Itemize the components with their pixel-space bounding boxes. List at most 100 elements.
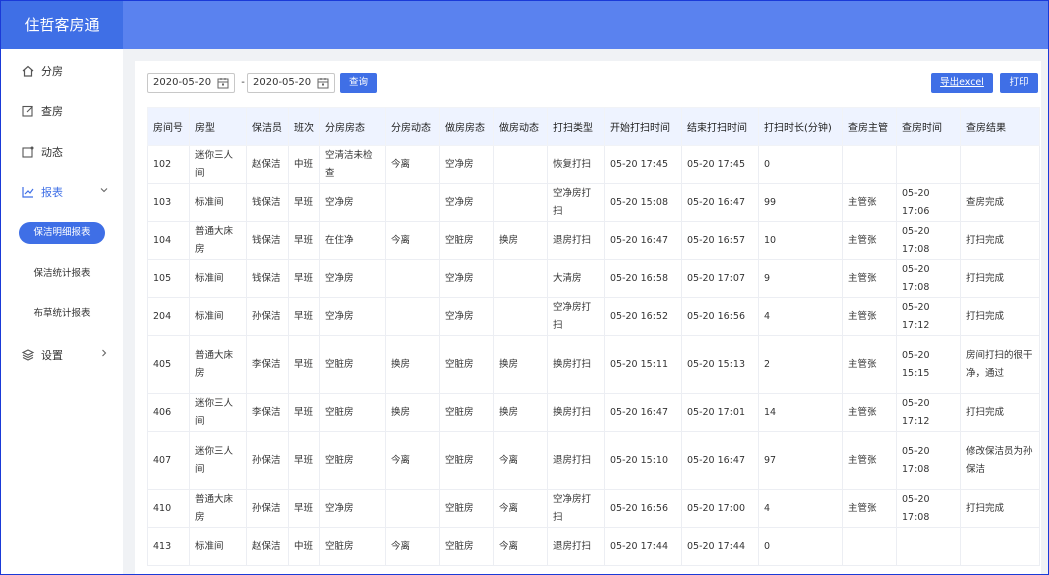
column-header: 房型 — [189, 107, 247, 146]
table-cell: 修改保洁员为孙保洁 — [960, 431, 1040, 490]
table-cell: 钱保洁 — [246, 183, 289, 222]
table-cell — [493, 145, 548, 184]
table-cell: 空净房 — [439, 183, 494, 222]
table-cell — [842, 527, 897, 566]
table-cell: 410 — [147, 489, 190, 528]
activity-icon — [21, 145, 35, 159]
table-cell: 4 — [758, 297, 843, 336]
table-cell: 05-20 17:45 — [681, 145, 759, 184]
subitem-cleaning-stats-report[interactable]: 保洁统计报表 — [1, 261, 123, 287]
chevron-right-icon — [102, 349, 107, 357]
calendar-icon[interactable] — [217, 77, 229, 89]
table-cell: 孙保洁 — [246, 297, 289, 336]
table-cell: 空净房 — [319, 259, 386, 298]
table-cell: 中班 — [288, 527, 320, 566]
subitem-linen-stats-report[interactable]: 布草统计报表 — [1, 301, 123, 327]
table-cell: 打扫完成 — [960, 393, 1040, 432]
table-cell: 9 — [758, 259, 843, 298]
table-cell: 早班 — [288, 297, 320, 336]
table-cell: 打扫完成 — [960, 489, 1040, 528]
export-excel-button[interactable]: 导出excel — [931, 73, 993, 93]
table-cell: 05-20 17:44 — [681, 527, 759, 566]
table-cell: 迷你三人间 — [189, 145, 247, 184]
table-cell: 打扫完成 — [960, 221, 1040, 260]
subitem-cleaning-detail-report[interactable]: 保洁明细报表 — [19, 222, 105, 244]
table-cell: 空清洁未检查 — [319, 145, 386, 184]
column-header: 保洁员 — [246, 107, 289, 146]
table-cell: 05-20 15:15 — [896, 335, 961, 394]
sidebar-item-activity[interactable]: 动态 — [1, 134, 123, 170]
table-cell: 05-20 16:56 — [681, 297, 759, 336]
table-cell: 05-20 16:57 — [681, 221, 759, 260]
table-row: 407 迷你三人间 孙保洁 早班 空脏房 今离 空脏房 今离 退房打扫 05-20 15:10 05… — [147, 431, 1040, 490]
table-cell: 主管张 — [842, 431, 897, 490]
main-content: 2020-05-20 - 2020-05-20 查询 导出excel 打印 房间… — [123, 49, 1048, 574]
sidebar: 分房 查房 动态 报表 保洁明细报表 保洁统计报表 布草统计报表 设置 — [1, 49, 123, 574]
column-header: 打扫时长(分钟) — [758, 107, 843, 146]
table-cell: 405 — [147, 335, 190, 394]
sidebar-item-label: 查房 — [41, 105, 63, 118]
table-cell: 早班 — [288, 183, 320, 222]
table-cell: 空脏房 — [439, 221, 494, 260]
table-cell — [896, 527, 961, 566]
table-cell: 钱保洁 — [246, 259, 289, 298]
table-cell: 空脏房 — [319, 335, 386, 394]
table-cell: 退房打扫 — [547, 431, 605, 490]
chart-icon — [21, 185, 35, 199]
table-cell: 407 — [147, 431, 190, 490]
table-cell: 换房打扫 — [547, 393, 605, 432]
table-cell: 主管张 — [842, 183, 897, 222]
table-cell — [385, 297, 440, 336]
sidebar-item-label: 分房 — [41, 65, 63, 78]
table-cell: 赵保洁 — [246, 145, 289, 184]
table-cell — [385, 259, 440, 298]
table-cell: 05-20 17:07 — [681, 259, 759, 298]
table-cell: 今离 — [493, 527, 548, 566]
calendar-icon[interactable] — [317, 77, 329, 89]
table-cell — [493, 259, 548, 298]
table-cell: 迷你三人间 — [189, 431, 247, 490]
sidebar-item-reports[interactable]: 报表 — [1, 174, 123, 210]
table-cell: 早班 — [288, 335, 320, 394]
table-cell: 孙保洁 — [246, 431, 289, 490]
table-cell: 空净房 — [439, 145, 494, 184]
table-cell: 迷你三人间 — [189, 393, 247, 432]
table-cell: 普通大床房 — [189, 221, 247, 260]
table-cell: 05-20 15:11 — [604, 335, 682, 394]
table-header: 房间号 房型 保洁员 班次 分房房态 分房动态 做房房态 做房动态 打扫类型 开始打扫时间 结束打扫… — [147, 107, 1040, 146]
column-header: 做房动态 — [493, 107, 548, 146]
table-cell: 05-20 15:08 — [604, 183, 682, 222]
report-panel: 2020-05-20 - 2020-05-20 查询 导出excel 打印 房间… — [135, 61, 1041, 574]
sidebar-item-settings[interactable]: 设置 — [1, 337, 123, 373]
table-cell: 今离 — [493, 431, 548, 490]
column-header: 结束打扫时间 — [681, 107, 759, 146]
table-cell: 05-20 16:47 — [681, 431, 759, 490]
table-cell — [385, 489, 440, 528]
sidebar-item-inspect[interactable]: 查房 — [1, 93, 123, 129]
table-cell: 空脏房 — [439, 335, 494, 394]
start-date-input[interactable]: 2020-05-20 — [147, 73, 235, 93]
table-cell: 空净房 — [319, 489, 386, 528]
table-row: 406 迷你三人间 李保洁 早班 空脏房 换房 空脏房 换房 换房打扫 05-20 16:47 05… — [147, 393, 1040, 432]
cleaning-detail-table: 房间号 房型 保洁员 班次 分房房态 分房动态 做房房态 做房动态 打扫类型 开始打扫时间 结束打扫… — [147, 107, 1040, 566]
table-cell: 05-20 16:58 — [604, 259, 682, 298]
table-body: 102 迷你三人间 赵保洁 中班 空清洁未检查 今离 空净房 恢复打扫 05-20 17:45 0… — [147, 145, 1040, 566]
table-cell: 空净房打扫 — [547, 183, 605, 222]
print-button[interactable]: 打印 — [1000, 73, 1038, 93]
table-cell: 05-20 17:12 — [896, 297, 961, 336]
column-header: 做房房态 — [439, 107, 494, 146]
table-cell: 换房打扫 — [547, 335, 605, 394]
table-cell: 主管张 — [842, 259, 897, 298]
query-button[interactable]: 查询 — [340, 73, 377, 93]
table-cell: 早班 — [288, 221, 320, 260]
table-cell: 99 — [758, 183, 843, 222]
table-cell: 空净房打扫 — [547, 297, 605, 336]
column-header: 开始打扫时间 — [604, 107, 682, 146]
table-cell: 早班 — [288, 393, 320, 432]
table-cell: 05-20 17:12 — [896, 393, 961, 432]
end-date-input[interactable]: 2020-05-20 — [247, 73, 335, 93]
chevron-down-icon — [100, 188, 108, 193]
sidebar-item-assign[interactable]: 分房 — [1, 53, 123, 89]
table-cell: 05-20 17:44 — [604, 527, 682, 566]
table-cell: 105 — [147, 259, 190, 298]
